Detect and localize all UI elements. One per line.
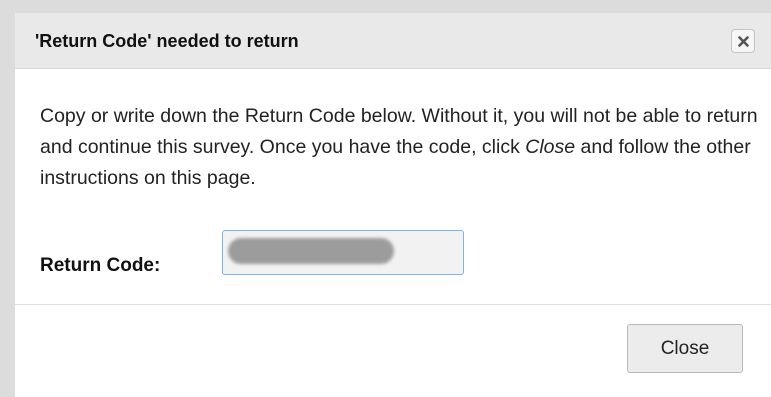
close-button[interactable]: Close [627,324,743,373]
message-close-emphasis: Close [525,136,576,158]
footer-divider [15,304,771,305]
redacted-code-value [228,238,394,264]
dialog-close-x-button[interactable] [731,29,755,53]
return-code-field[interactable] [222,230,464,275]
dialog-title: 'Return Code' needed to return [35,31,299,51]
dialog-titlebar: 'Return Code' needed to return [15,13,771,69]
dialog-message: Copy or write down the Return Code below… [40,101,760,194]
return-code-dialog: 'Return Code' needed to return Copy or w… [15,13,771,397]
return-code-label: Return Code: [40,255,161,276]
close-x-icon [738,36,749,47]
page-background: 'Return Code' needed to return Copy or w… [0,0,771,397]
